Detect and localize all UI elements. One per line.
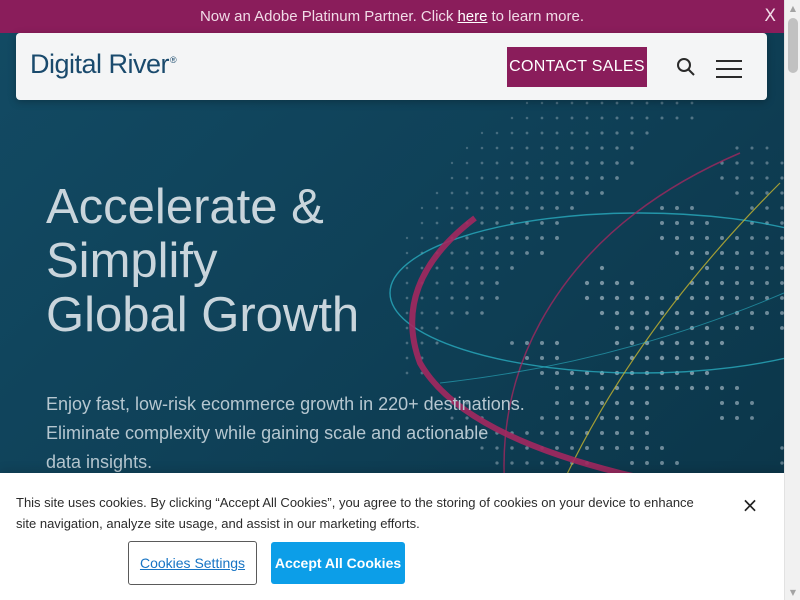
logo-trademark: ®	[170, 55, 177, 65]
scroll-up-arrow-icon[interactable]: ▲	[785, 0, 800, 16]
cookie-notice-text: This site uses cookies. By clicking “Acc…	[16, 495, 694, 531]
digital-river-logo[interactable]: Digital River®	[30, 49, 177, 80]
hero-title-line-1: Accelerate &	[46, 180, 324, 234]
close-announcement-button[interactable]: X	[764, 6, 776, 26]
cookies-settings-button[interactable]: Cookies Settings	[128, 541, 257, 585]
cookie-banner: This site uses cookies. By clicking “Acc…	[0, 473, 784, 600]
hero-title-line-2: Simplify	[46, 234, 218, 288]
hero-subtitle: Enjoy fast, low-risk ecommerce growth in…	[46, 394, 525, 472]
search-icon[interactable]	[676, 57, 696, 77]
page-scrollbar[interactable]: ▲ ▼	[784, 0, 800, 600]
logo-text: Digital River	[30, 49, 170, 79]
hero-title: Accelerate & Simplify Global Growth	[46, 180, 476, 342]
announcement-text-end: to learn more.	[491, 8, 585, 25]
navbar: Digital River® CONTACT SALES	[16, 33, 767, 100]
orbit-teal-thin	[439, 292, 784, 384]
accept-all-cookies-button[interactable]: Accept All Cookies	[271, 542, 405, 584]
contact-sales-button[interactable]: CONTACT SALES	[507, 47, 647, 87]
announcement-bar: Now an Adobe Platinum Partner. Click her…	[0, 0, 784, 33]
announcement-text: Now an Adobe Platinum Partner. Click	[199, 8, 454, 25]
close-icon[interactable]: ×	[740, 495, 760, 515]
scroll-down-arrow-icon[interactable]: ▼	[785, 584, 800, 600]
hamburger-menu-icon[interactable]	[716, 60, 742, 80]
hero-title-line-3: Global Growth	[46, 288, 360, 342]
announcement-link[interactable]: here	[457, 8, 487, 25]
scrollbar-thumb[interactable]	[788, 18, 798, 73]
